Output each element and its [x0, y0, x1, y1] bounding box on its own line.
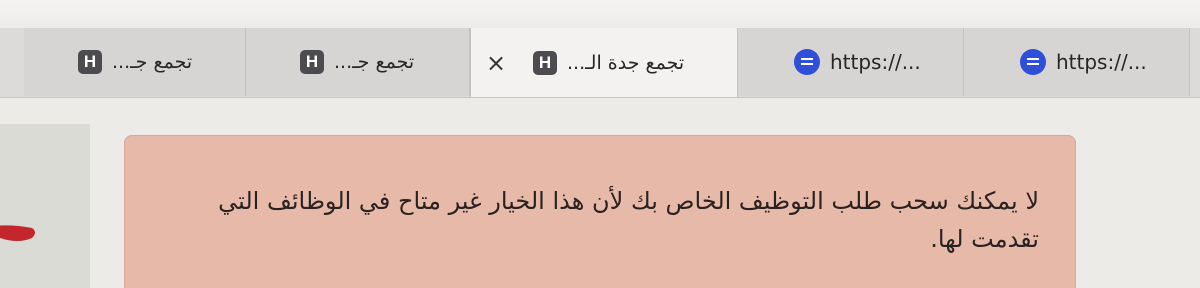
tab-title: تجمع جـ...: [112, 51, 193, 73]
document-icon: [1020, 49, 1046, 75]
h-letter-icon: H: [78, 50, 102, 74]
alert-message: لا يمكنك سحب طلب التوظيف الخاص بك لأن هذ…: [218, 187, 1039, 253]
error-alert: لا يمكنك سحب طلب التوظيف الخاص بك لأن هذ…: [124, 135, 1076, 288]
browser-window: H تجمع جـ... H تجمع جـ... × H تجمع جدة ا…: [0, 0, 1200, 288]
close-tab-button[interactable]: ×: [485, 51, 507, 75]
tab-bar: H تجمع جـ... H تجمع جـ... × H تجمع جدة ا…: [0, 28, 1200, 98]
side-panel: [0, 124, 90, 288]
tab-1[interactable]: H تجمع جـ...: [24, 28, 246, 96]
tab-5[interactable]: https://...: [964, 28, 1190, 96]
tab-3-active[interactable]: × H تجمع جدة الـ...: [470, 28, 738, 97]
accent-mark-icon: [0, 225, 35, 241]
h-letter-icon: H: [300, 50, 324, 74]
tab-4[interactable]: https://...: [738, 28, 964, 96]
h-letter-icon: H: [533, 50, 557, 75]
tab-title: تجمع جـ...: [334, 51, 415, 73]
tab-2[interactable]: H تجمع جـ...: [246, 28, 470, 96]
window-top-strip: [0, 0, 1200, 30]
tab-title: https://...: [830, 50, 921, 74]
document-icon: [794, 49, 820, 75]
tab-title: تجمع جدة الـ...: [567, 51, 685, 74]
tab-title: https://...: [1056, 50, 1147, 74]
